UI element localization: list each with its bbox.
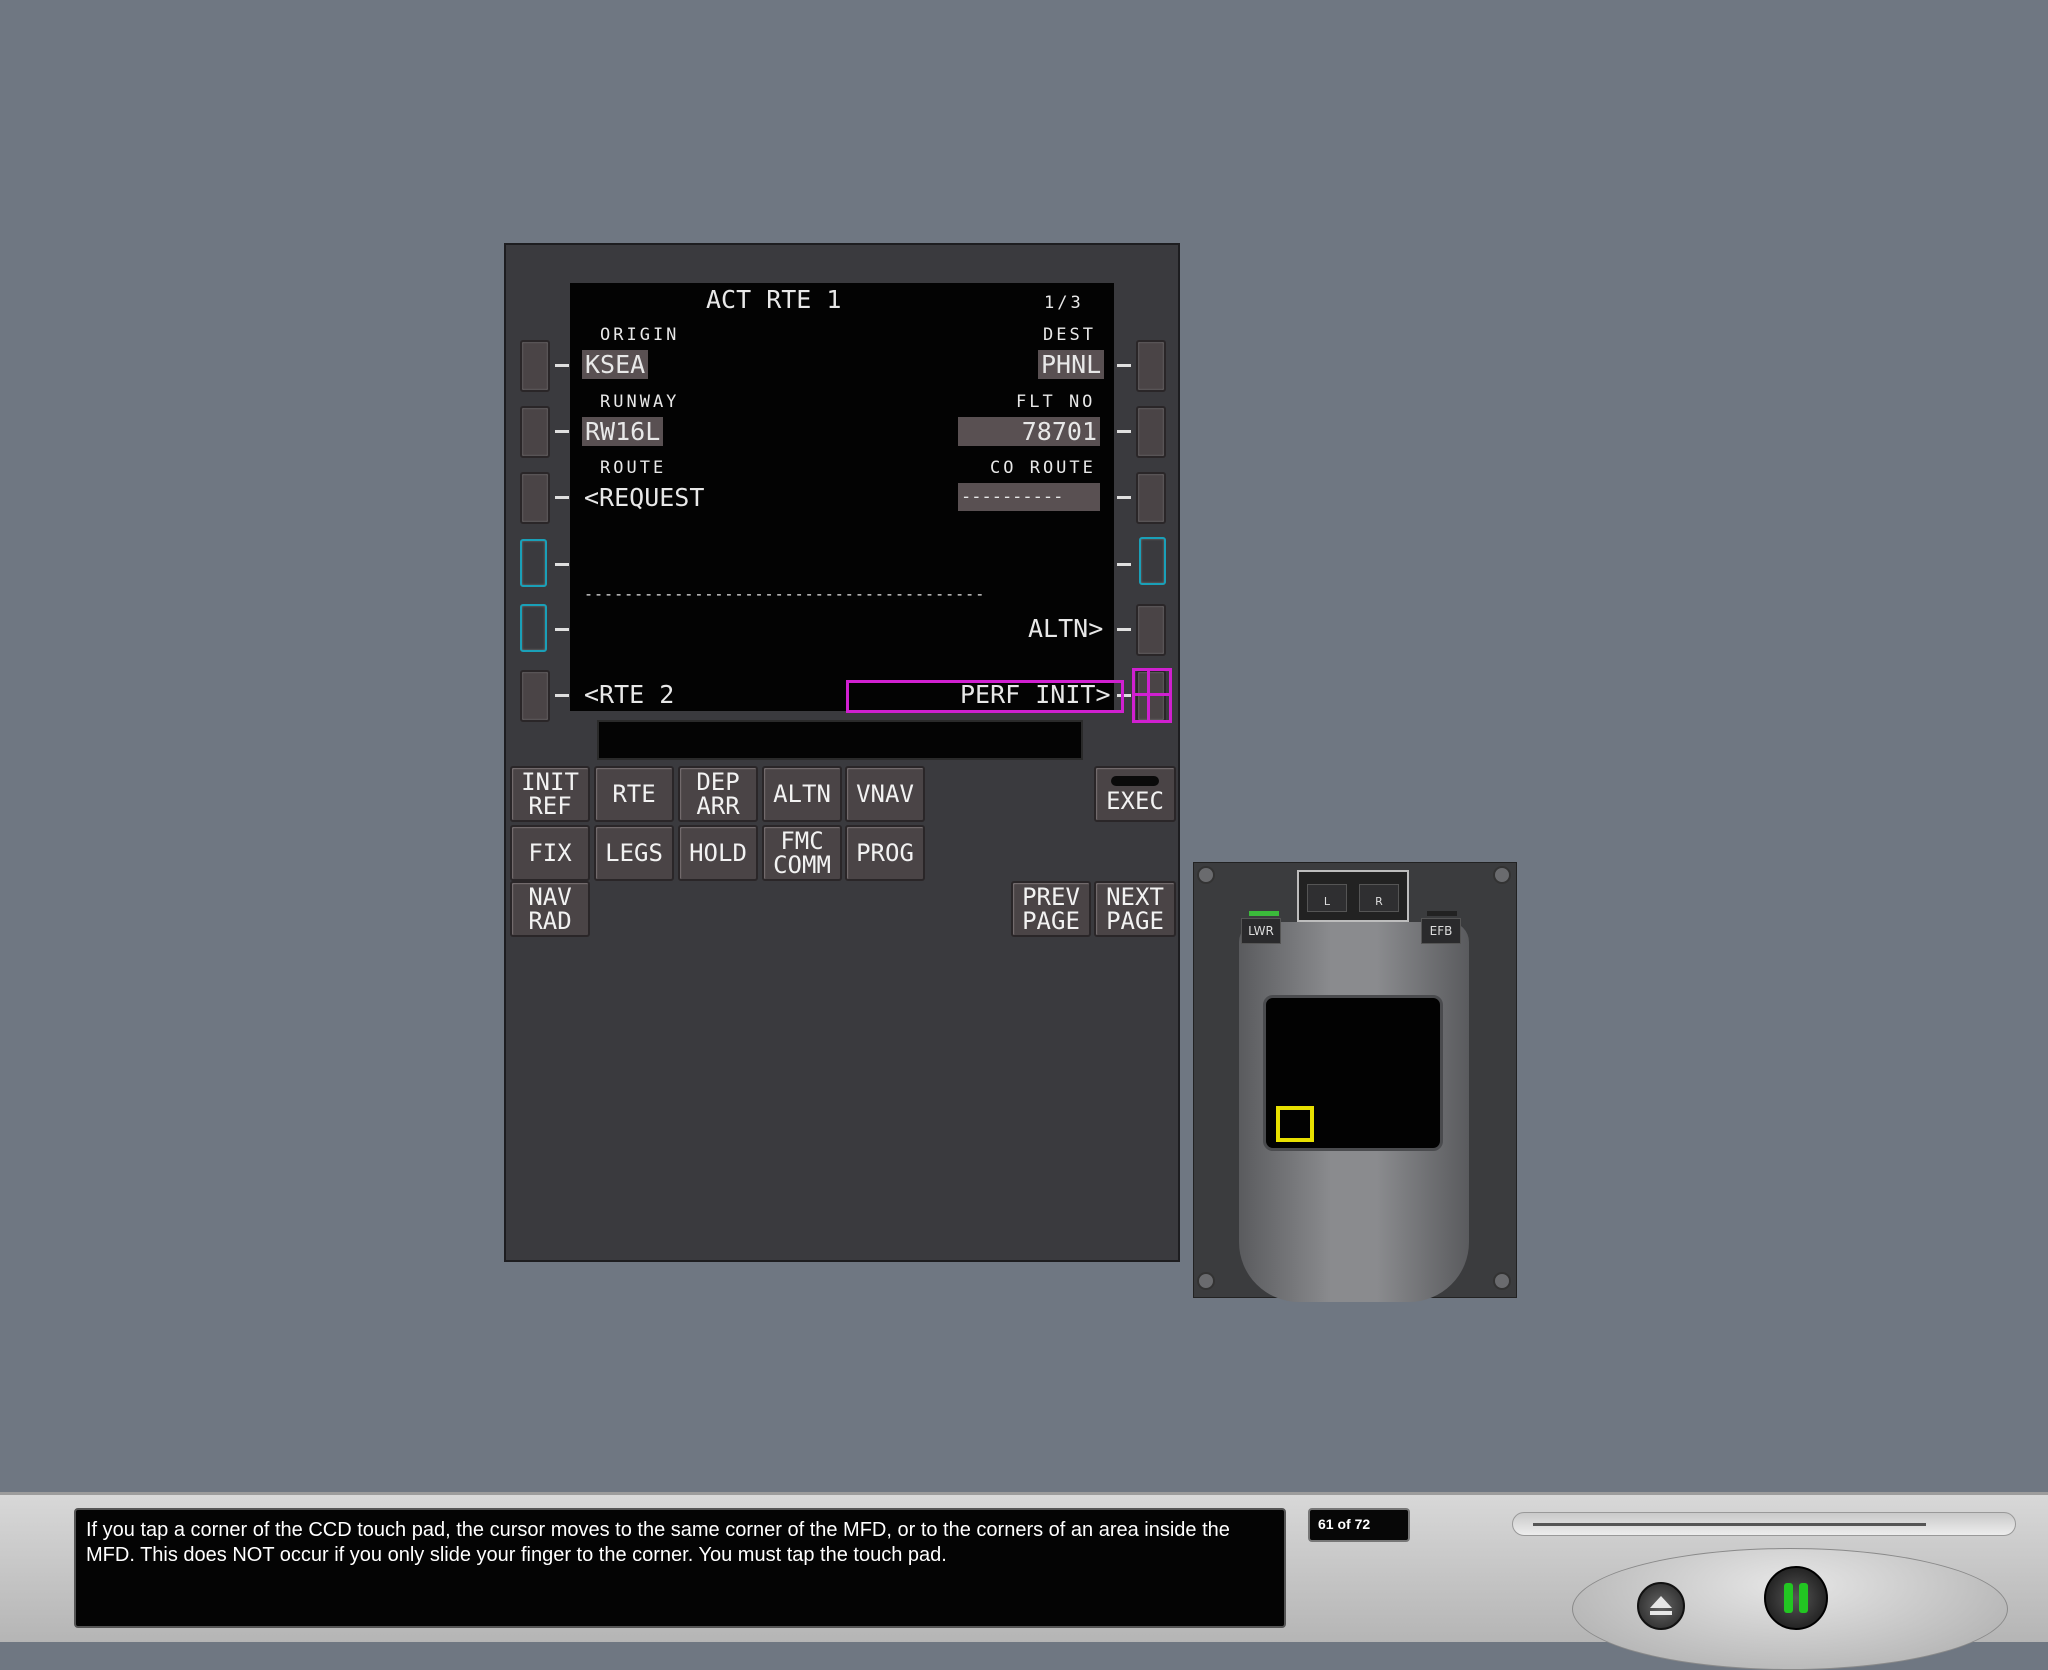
runway-value: RW16L <box>582 417 664 446</box>
prev-page-key[interactable]: PREV PAGE <box>1011 881 1091 937</box>
lsk-2l-tick <box>555 430 569 433</box>
caption-text: If you tap a corner of the CCD touch pad… <box>74 1508 1286 1628</box>
rte-key[interactable]: RTE <box>594 766 674 822</box>
lsk-1l[interactable] <box>520 340 550 392</box>
screw-icon <box>1197 1272 1215 1290</box>
lsk-2l[interactable] <box>520 406 550 458</box>
prog-key[interactable]: PROG <box>845 825 925 881</box>
vnav-key[interactable]: VNAV <box>845 766 925 822</box>
lsk-3r-tick <box>1117 496 1131 499</box>
nav-rad-key[interactable]: NAV RAD <box>510 881 590 937</box>
runway-label: RUNWAY <box>600 392 680 412</box>
lsk-5r[interactable] <box>1136 604 1166 656</box>
lsk-5r-tick <box>1117 628 1131 631</box>
lwr-indicator-light <box>1249 911 1279 916</box>
screw-icon <box>1493 866 1511 884</box>
exec-key[interactable]: EXEC <box>1094 766 1176 822</box>
hold-key[interactable]: HOLD <box>678 825 758 881</box>
l-button[interactable]: L <box>1307 884 1347 912</box>
scratchpad <box>597 720 1083 760</box>
pause-icon-bar <box>1799 1583 1808 1613</box>
flt-no-value: 78701 <box>958 417 1100 446</box>
pause-icon-bar <box>1784 1583 1793 1613</box>
efb-indicator-light <box>1427 911 1457 916</box>
lsk-1l-tick <box>555 364 569 367</box>
dest-value: PHNL <box>1038 350 1105 379</box>
progress-bar-fill <box>1533 1523 1926 1526</box>
lsk-3l[interactable] <box>520 472 550 524</box>
lwr-button[interactable]: LWR <box>1241 918 1281 944</box>
lsk-3l-tick <box>555 496 569 499</box>
flt-no-label: FLT NO <box>1016 392 1096 412</box>
lsk-4l[interactable] <box>520 539 547 587</box>
origin-value: KSEA <box>582 350 649 379</box>
lsk-2r[interactable] <box>1136 406 1166 458</box>
lsk-3r[interactable] <box>1136 472 1166 524</box>
lsk-5l-tick <box>555 628 569 631</box>
page-title: ACT RTE 1 <box>706 285 842 314</box>
lsk-1r-tick <box>1117 364 1131 367</box>
route-label: ROUTE <box>600 458 667 478</box>
cursor-indicator <box>1276 1106 1314 1142</box>
lsk-4l-tick <box>555 563 569 566</box>
perf-init-highlight <box>846 680 1124 713</box>
altn-key[interactable]: ALTN <box>762 766 842 822</box>
fix-key[interactable]: FIX <box>510 825 590 881</box>
rte-2-link[interactable]: <RTE 2 <box>584 680 674 709</box>
lsk-4r-tick <box>1117 563 1131 566</box>
screw-icon <box>1493 1272 1511 1290</box>
origin-label: ORIGIN <box>600 325 680 345</box>
pause-button[interactable] <box>1764 1566 1828 1630</box>
route-request[interactable]: <REQUEST <box>584 483 704 512</box>
lsk-6l[interactable] <box>520 670 550 722</box>
screw-icon <box>1197 866 1215 884</box>
lsk-1r[interactable] <box>1136 340 1166 392</box>
eject-button[interactable] <box>1637 1582 1685 1630</box>
page-counter: 61 of 72 <box>1308 1508 1410 1542</box>
exec-light <box>1111 775 1159 786</box>
co-route-value: ---------- <box>958 483 1100 511</box>
lsk-5l[interactable] <box>520 604 547 652</box>
dep-arr-key[interactable]: DEP ARR <box>678 766 758 822</box>
lsk-2r-tick <box>1117 430 1131 433</box>
divider-line: ---------------------------------------- <box>584 585 986 603</box>
ccd-panel: L R LWR EFB <box>1193 862 1517 1302</box>
lsk-6r-highlight <box>1132 668 1172 723</box>
lsk-4r[interactable] <box>1139 537 1166 585</box>
r-button[interactable]: R <box>1359 884 1399 912</box>
progress-bar[interactable] <box>1512 1512 2016 1536</box>
legs-key[interactable]: LEGS <box>594 825 674 881</box>
next-page-key[interactable]: NEXT PAGE <box>1094 881 1176 937</box>
co-route-label: CO ROUTE <box>990 458 1096 478</box>
fmc-comm-key[interactable]: FMC COMM <box>762 825 842 881</box>
ccd-touch-pad[interactable] <box>1263 995 1443 1151</box>
efb-button[interactable]: EFB <box>1421 918 1461 944</box>
altn-link[interactable]: ALTN> <box>1028 614 1103 643</box>
dest-label: DEST <box>1043 325 1096 345</box>
lr-selector: L R <box>1297 870 1409 922</box>
init-ref-key[interactable]: INIT REF <box>510 766 590 822</box>
exec-label: EXEC <box>1106 786 1164 815</box>
lsk-6l-tick <box>555 694 569 697</box>
page-number: 1/3 <box>1044 293 1084 313</box>
eject-icon <box>1650 1596 1672 1615</box>
